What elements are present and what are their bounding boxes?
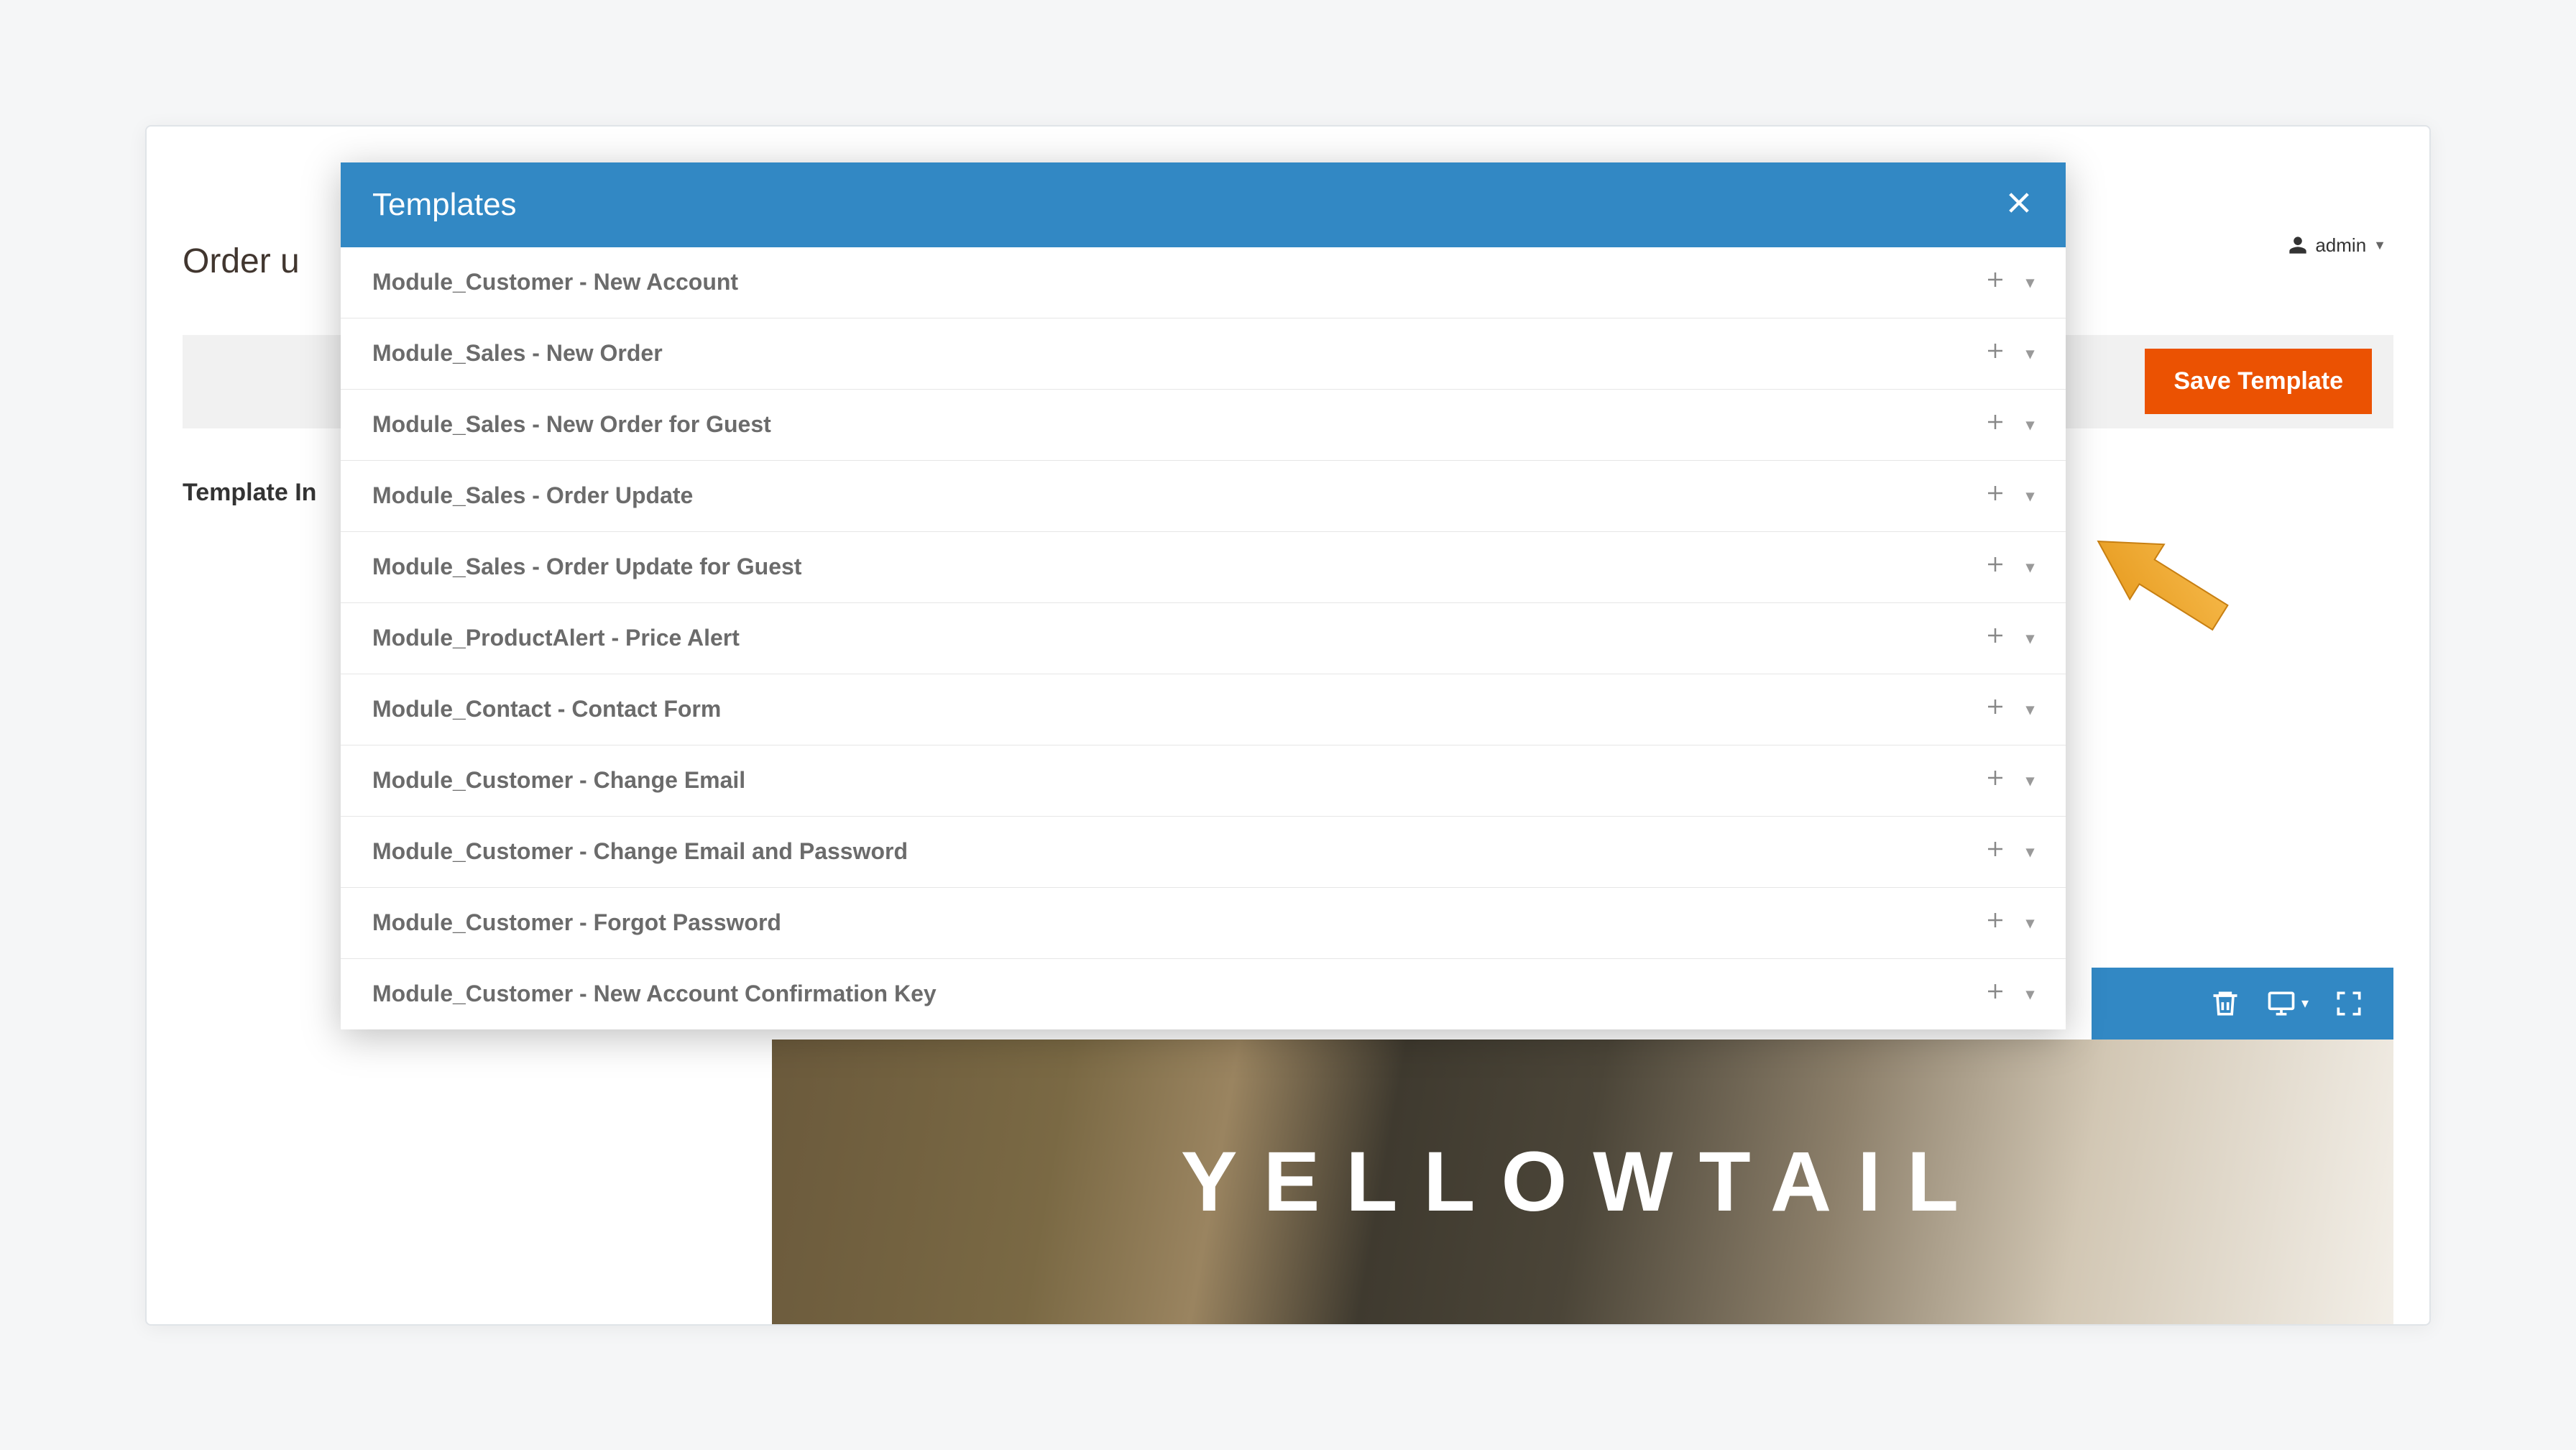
- template-row[interactable]: Module_Customer - Change Email and Passw…: [341, 817, 2066, 888]
- trash-icon: [2209, 988, 2241, 1019]
- template-label: Module_ProductAlert - Price Alert: [372, 625, 740, 651]
- admin-username: admin: [2315, 234, 2366, 257]
- row-actions: ▾: [1984, 767, 2034, 794]
- row-actions: ▾: [1984, 411, 2034, 439]
- close-icon: [2004, 188, 2034, 218]
- plus-icon: [1984, 909, 2006, 931]
- template-label: Module_Sales - Order Update for Guest: [372, 554, 801, 580]
- template-row[interactable]: Module_Customer - New Account Confirmati…: [341, 959, 2066, 1029]
- plus-icon: [1984, 838, 2006, 860]
- dropdown-button[interactable]: ▾: [2026, 416, 2034, 434]
- row-actions: ▾: [1984, 554, 2034, 581]
- plus-icon: [1984, 767, 2006, 789]
- dropdown-button[interactable]: ▾: [2026, 273, 2034, 292]
- template-label: Module_Customer - Change Email and Passw…: [372, 838, 908, 865]
- dropdown-button[interactable]: ▾: [2026, 344, 2034, 363]
- template-row[interactable]: Module_Sales - Order Update for Guest ▾: [341, 532, 2066, 603]
- modal-title: Templates: [372, 187, 517, 223]
- add-button[interactable]: [1984, 554, 2006, 581]
- caret-down-icon: ▼: [2373, 238, 2386, 253]
- admin-page: Order u admin ▼ Save Template Template I…: [145, 125, 2431, 1326]
- row-actions: ▾: [1984, 696, 2034, 723]
- template-label: Module_Contact - Contact Form: [372, 696, 721, 722]
- template-label: Module_Customer - Forgot Password: [372, 909, 781, 936]
- template-list: Module_Customer - New Account ▾ Module_S…: [341, 247, 2066, 1029]
- admin-user-menu[interactable]: admin ▼: [2288, 234, 2386, 257]
- row-actions: ▾: [1984, 625, 2034, 652]
- plus-icon: [1984, 411, 2006, 433]
- template-row[interactable]: Module_Customer - Change Email ▾: [341, 745, 2066, 817]
- modal-header: Templates: [341, 162, 2066, 247]
- plus-icon: [1984, 340, 2006, 362]
- plus-icon: [1984, 981, 2006, 1002]
- row-actions: ▾: [1984, 269, 2034, 296]
- row-actions: ▾: [1984, 340, 2034, 367]
- template-label: Module_Customer - New Account: [372, 269, 738, 295]
- dropdown-button[interactable]: ▾: [2026, 487, 2034, 505]
- add-button[interactable]: [1984, 909, 2006, 937]
- user-icon: [2288, 235, 2308, 255]
- plus-icon: [1984, 625, 2006, 646]
- delete-button[interactable]: [2209, 988, 2241, 1019]
- template-label: Module_Sales - New Order: [372, 340, 663, 367]
- template-row[interactable]: Module_Sales - Order Update ▾: [341, 461, 2066, 532]
- close-button[interactable]: [2004, 188, 2034, 221]
- add-button[interactable]: [1984, 269, 2006, 296]
- desktop-icon: [2266, 988, 2297, 1019]
- template-row[interactable]: Module_Sales - New Order ▾: [341, 318, 2066, 390]
- section-label: Template In: [183, 479, 316, 507]
- template-row[interactable]: Module_Customer - Forgot Password ▾: [341, 888, 2066, 959]
- page-title: Order u: [183, 242, 300, 281]
- dropdown-button[interactable]: ▾: [2026, 985, 2034, 1004]
- dropdown-button[interactable]: ▾: [2026, 771, 2034, 790]
- row-actions: ▾: [1984, 981, 2034, 1008]
- template-label: Module_Customer - Change Email: [372, 767, 745, 794]
- template-label: Module_Customer - New Account Confirmati…: [372, 981, 937, 1007]
- template-row[interactable]: Module_Contact - Contact Form ▾: [341, 674, 2066, 745]
- add-button[interactable]: [1984, 696, 2006, 723]
- caret-down-icon: ▾: [2301, 994, 2309, 1012]
- add-button[interactable]: [1984, 767, 2006, 794]
- plus-icon: [1984, 554, 2006, 575]
- add-button[interactable]: [1984, 411, 2006, 439]
- hero-text: YELLOWTAIL: [1181, 1133, 1984, 1231]
- plus-icon: [1984, 482, 2006, 504]
- dropdown-button[interactable]: ▾: [2026, 629, 2034, 648]
- dropdown-button[interactable]: ▾: [2026, 914, 2034, 932]
- row-actions: ▾: [1984, 838, 2034, 866]
- template-row[interactable]: Module_ProductAlert - Price Alert ▾: [341, 603, 2066, 674]
- dropdown-button[interactable]: ▾: [2026, 843, 2034, 861]
- fullscreen-button[interactable]: [2333, 988, 2365, 1019]
- editor-toolbar: ▾: [2092, 968, 2393, 1040]
- plus-icon: [1984, 696, 2006, 717]
- add-button[interactable]: [1984, 482, 2006, 510]
- row-actions: ▾: [1984, 482, 2034, 510]
- add-button[interactable]: [1984, 340, 2006, 367]
- save-template-button[interactable]: Save Template: [2145, 349, 2372, 414]
- dropdown-button[interactable]: ▾: [2026, 700, 2034, 719]
- row-actions: ▾: [1984, 909, 2034, 937]
- add-button[interactable]: [1984, 838, 2006, 866]
- plus-icon: [1984, 269, 2006, 290]
- preview-button[interactable]: ▾: [2266, 988, 2309, 1019]
- expand-icon: [2333, 988, 2365, 1019]
- template-row[interactable]: Module_Customer - New Account ▾: [341, 247, 2066, 318]
- add-button[interactable]: [1984, 625, 2006, 652]
- hero-image: YELLOWTAIL: [772, 1040, 2393, 1324]
- templates-modal: Templates Module_Customer - New Account …: [341, 162, 2066, 1029]
- template-label: Module_Sales - New Order for Guest: [372, 411, 771, 438]
- template-label: Module_Sales - Order Update: [372, 482, 693, 509]
- add-button[interactable]: [1984, 981, 2006, 1008]
- dropdown-button[interactable]: ▾: [2026, 558, 2034, 577]
- annotation-arrow-icon: [2073, 515, 2245, 644]
- template-row[interactable]: Module_Sales - New Order for Guest ▾: [341, 390, 2066, 461]
